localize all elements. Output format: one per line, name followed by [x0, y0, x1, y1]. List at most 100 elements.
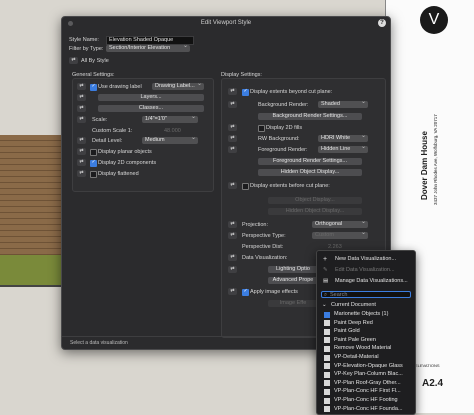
- by-style-toggle-3[interactable]: ⇄: [77, 105, 86, 112]
- hidden-object-display-button[interactable]: Hidden Object Display...: [258, 169, 362, 176]
- all-by-style-label: All By Style: [81, 58, 109, 64]
- extents-before-checkbox[interactable]: [242, 183, 249, 190]
- display-planar-checkbox[interactable]: [90, 149, 97, 156]
- visualization-swatch-icon: [324, 371, 330, 378]
- apply-image-effects-checkbox[interactable]: [242, 288, 249, 296]
- visualization-swatch-icon: [324, 328, 330, 335]
- dialog-titlebar: Edit Viewport Style ?: [62, 17, 390, 30]
- menu-search-placeholder: Search: [330, 292, 348, 298]
- menu-item-new[interactable]: + New Data Visualization...: [317, 255, 415, 264]
- by-style-toggle-9[interactable]: ⇄: [228, 88, 237, 95]
- by-style-toggle-10[interactable]: ⇄: [228, 101, 237, 108]
- by-style-toggle-18[interactable]: ⇄: [228, 266, 237, 273]
- sheet-title: ELEVATIONS: [415, 363, 440, 368]
- by-style-toggle-17[interactable]: ⇄: [228, 254, 237, 261]
- drawing-label-select[interactable]: Drawing Label...: [152, 83, 204, 90]
- bg-render-settings-button[interactable]: Background Render Settings...: [258, 113, 362, 120]
- project-address: 3437 John Rhodes Ave, Wolfsburg, VA 2071…: [433, 114, 438, 205]
- rw-bg-label: RW Background:: [258, 136, 300, 142]
- pencil-icon: ✎: [323, 267, 328, 273]
- visualization-swatch-icon: [324, 320, 330, 327]
- by-style-toggle-15[interactable]: ⇄: [228, 221, 237, 228]
- document-icon: ▤: [323, 278, 329, 284]
- menu-search-input[interactable]: ⌕ Search: [321, 291, 411, 298]
- sheet-number: A2.4: [422, 378, 444, 389]
- dialog-title: Edit Viewport Style: [200, 20, 252, 26]
- by-style-toggle-6[interactable]: ⇄: [77, 148, 86, 155]
- custom-scale-value: 48.000: [164, 128, 181, 134]
- checkmark-icon: [324, 311, 330, 318]
- fg-render-label: Foreground Render:: [258, 147, 308, 153]
- visualization-swatch-icon: [324, 380, 330, 387]
- project-title: Dover Dam House: [420, 131, 429, 200]
- by-style-toggle-12[interactable]: ⇄: [228, 135, 237, 142]
- custom-scale-label: Custom Scale 1:: [92, 128, 133, 134]
- layers-button[interactable]: Layers...: [98, 94, 204, 101]
- menu-item-manage-label: Manage Data Visualizations...: [335, 278, 408, 284]
- menu-list-item[interactable]: VP-Plan-Conc HF Founda...: [317, 405, 415, 414]
- projection-label: Projection:: [242, 222, 268, 228]
- display-2d-fills-text: Display 2D fills: [266, 125, 303, 131]
- visualization-swatch-icon: [324, 363, 330, 370]
- detail-level-select[interactable]: Medium: [142, 137, 198, 144]
- display-flattened-text: Display flattened: [98, 171, 139, 177]
- data-vis-label: Data Visualization:: [242, 255, 288, 261]
- display-flattened-checkbox[interactable]: [90, 171, 97, 178]
- hidden-object-display-button-2[interactable]: Hidden Object Display...: [268, 208, 362, 215]
- filter-type-select[interactable]: Section/Interior Elevation: [106, 45, 190, 52]
- style-name-label: Style Name:: [69, 37, 99, 43]
- plus-icon: +: [323, 256, 328, 263]
- by-style-toggle-16[interactable]: ⇄: [228, 232, 237, 239]
- menu-group-current-document[interactable]: ⌄ Current Document: [317, 301, 415, 310]
- by-style-toggle-1[interactable]: ⇄: [77, 83, 86, 90]
- rw-bg-select[interactable]: HDRI White: [318, 135, 368, 142]
- display-2d-checkbox[interactable]: [90, 159, 97, 167]
- fg-render-select[interactable]: Hidden Line: [318, 146, 368, 153]
- display-2d-fills-checkbox[interactable]: [258, 125, 265, 132]
- advanced-properties-button[interactable]: Advanced Prope: [268, 277, 318, 284]
- visualization-swatch-icon: [324, 337, 330, 344]
- status-text: Select a data visualization: [70, 340, 128, 346]
- display-2d-text: Display 2D components: [98, 160, 157, 166]
- scale-label: Scale:: [92, 117, 108, 123]
- fg-render-settings-button[interactable]: Foreground Render Settings...: [258, 158, 362, 165]
- by-style-toggle-14[interactable]: ⇄: [228, 182, 237, 189]
- display-planar-text: Display planar objects: [98, 149, 152, 155]
- window-close-button[interactable]: [68, 21, 73, 26]
- by-style-toggle-2[interactable]: ⇄: [77, 94, 86, 101]
- perspective-dist-label: Perspective Dist:: [242, 244, 284, 250]
- chevron-down-icon: ⌄: [322, 302, 327, 308]
- use-drawing-label-checkbox[interactable]: [90, 83, 97, 91]
- classes-button[interactable]: Classes...: [98, 105, 204, 112]
- extents-before-text: Display extents before cut plane:: [250, 183, 330, 189]
- visualization-swatch-icon: [324, 345, 330, 352]
- image-effects-button[interactable]: Image Effe: [268, 300, 318, 307]
- visualization-swatch-icon: [324, 406, 330, 413]
- menu-item-edit-label: Edit Data Visualization...: [335, 267, 395, 273]
- help-icon[interactable]: ?: [378, 19, 386, 27]
- bg-render-select[interactable]: Shaded: [318, 101, 368, 108]
- perspective-type-select[interactable]: Custom: [312, 232, 368, 239]
- apply-image-effects-text: Apply image effects: [250, 289, 298, 295]
- projection-select[interactable]: Orthogonal: [312, 221, 368, 228]
- extents-beyond-checkbox[interactable]: [242, 88, 249, 96]
- menu-item-edit[interactable]: ✎ Edit Data Visualization...: [317, 266, 415, 275]
- all-by-style-pill[interactable]: ⇄: [69, 57, 78, 64]
- by-style-toggle-5[interactable]: ⇄: [77, 137, 86, 144]
- object-display-button[interactable]: Object Display...: [268, 197, 362, 204]
- visualization-swatch-icon: [324, 354, 330, 361]
- landscape: [0, 255, 62, 285]
- by-style-toggle-11[interactable]: ⇄: [228, 124, 237, 131]
- lighting-options-button[interactable]: Lighting Optio: [268, 266, 318, 273]
- by-style-toggle-13[interactable]: ⇄: [228, 146, 237, 153]
- scale-select[interactable]: 1/4"=1'0": [142, 116, 198, 123]
- by-style-toggle-7[interactable]: ⇄: [77, 159, 86, 166]
- by-style-toggle-4[interactable]: ⇄: [77, 116, 86, 123]
- logo-icon: V: [420, 6, 448, 34]
- style-name-input[interactable]: Elevation Shaded Opaque: [106, 36, 194, 45]
- by-style-toggle-19[interactable]: ⇄: [228, 288, 237, 295]
- menu-item-manage[interactable]: ▤ Manage Data Visualizations...: [317, 277, 415, 286]
- filter-type-label: Filter by Type:: [69, 46, 104, 52]
- visualization-swatch-icon: [324, 388, 330, 395]
- by-style-toggle-8[interactable]: ⇄: [77, 170, 86, 177]
